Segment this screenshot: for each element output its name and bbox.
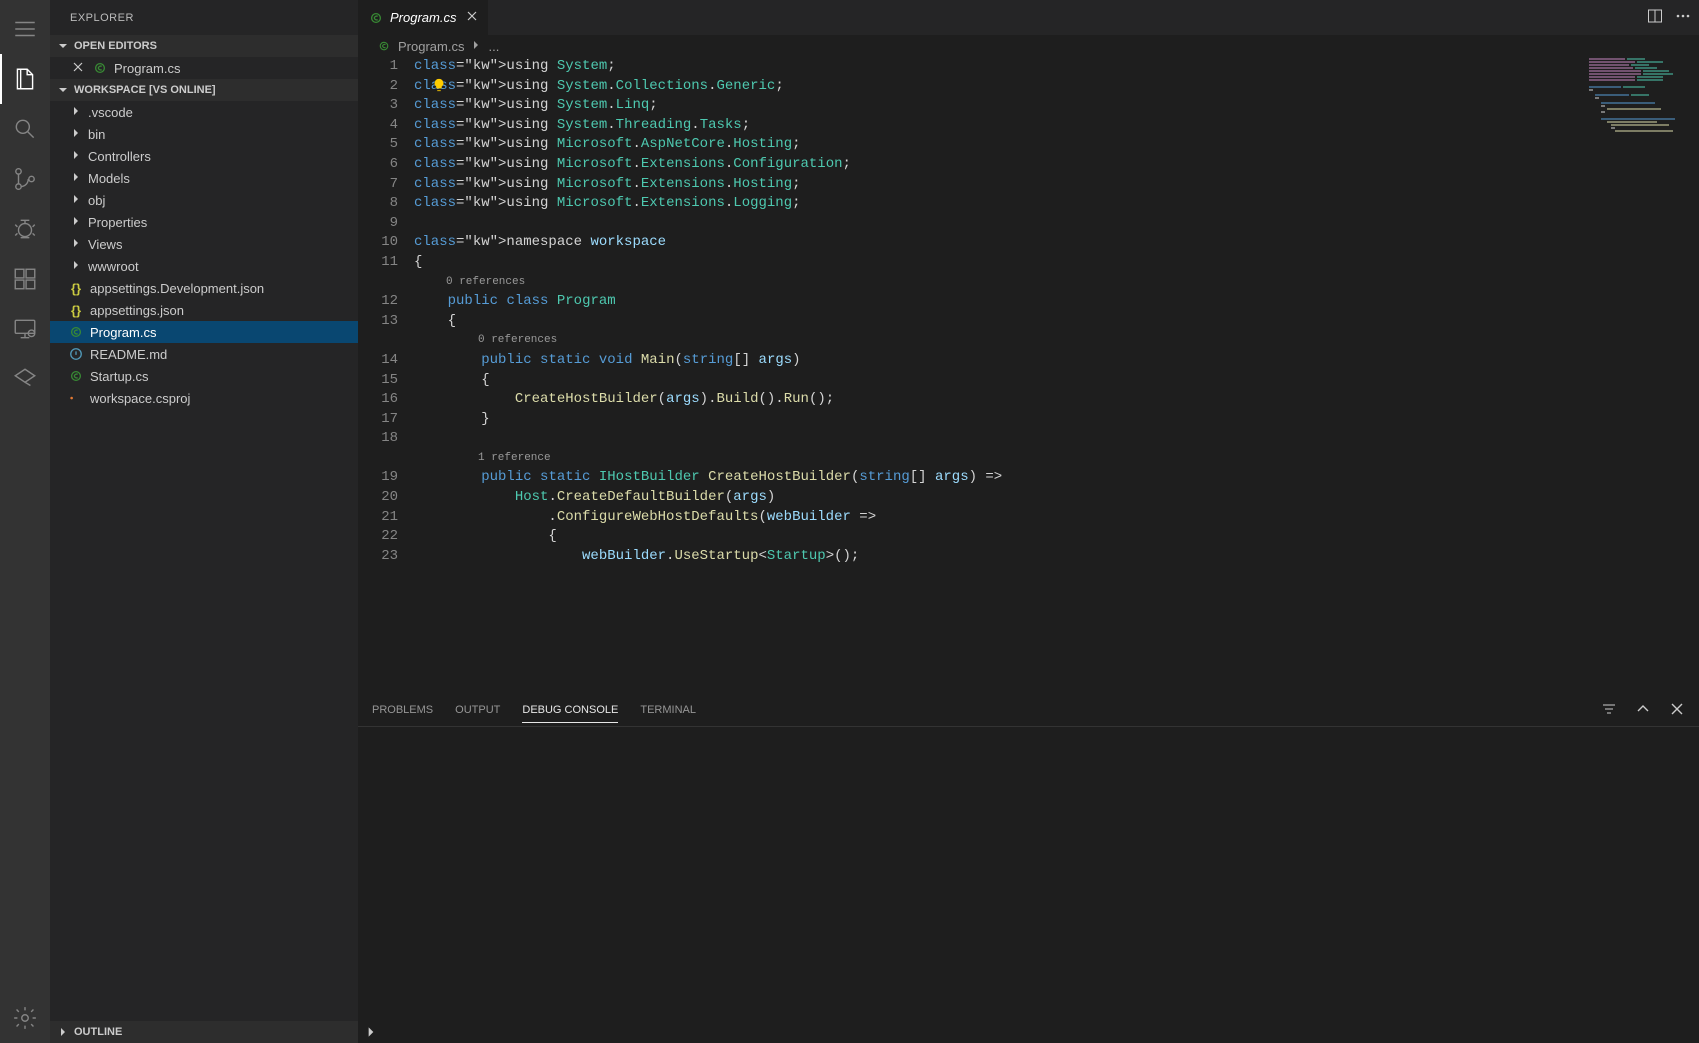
source-control-icon[interactable] [0,154,50,204]
folder-label: wwwroot [88,259,139,274]
folder-label: Views [88,237,122,252]
folder-item[interactable]: wwwroot [50,255,358,277]
csharp-file-icon [92,60,108,76]
folder-label: .vscode [88,105,133,120]
breadcrumb[interactable]: Program.cs ... [358,35,1699,57]
split-editor-icon[interactable] [1647,8,1663,27]
outline-header[interactable]: OUTLINE [50,1021,358,1043]
folder-item[interactable]: Views [50,233,358,255]
close-icon[interactable] [466,10,478,25]
file-label: workspace.csproj [90,391,190,406]
file-label: Startup.cs [90,369,149,384]
menu-icon[interactable] [0,4,50,54]
breadcrumb-file: Program.cs [398,39,464,54]
folder-item[interactable]: Properties [50,211,358,233]
panel-tab-terminal[interactable]: TERMINAL [640,698,696,722]
bottom-panel: PROBLEMS OUTPUT DEBUG CONSOLE TERMINAL [358,693,1699,1043]
breadcrumb-rest: ... [488,39,499,54]
explorer-icon[interactable] [0,54,50,104]
open-editor-item[interactable]: Program.cs [50,57,358,79]
extensions-icon[interactable] [0,254,50,304]
sidebar-title: EXPLORER [50,0,358,35]
chevron-down-icon [56,40,70,52]
panel-close-icon[interactable] [1669,701,1685,720]
file-item[interactable]: {}appsettings.json [50,299,358,321]
csharp-file-icon [368,10,384,26]
file-item[interactable]: Program.cs [50,321,358,343]
live-share-icon[interactable] [0,354,50,404]
file-label: appsettings.json [90,303,184,318]
folder-item[interactable]: bin [50,123,358,145]
open-editors-header[interactable]: OPEN EDITORS [50,35,358,57]
editor-group: Program.cs Program.cs ... 1234567 [358,0,1699,1043]
folder-label: Properties [88,215,147,230]
file-item[interactable]: Startup.cs [50,365,358,387]
folder-label: obj [88,193,105,208]
settings-gear-icon[interactable] [0,993,50,1043]
chevron-right-icon [56,1026,70,1038]
panel-maximize-icon[interactable] [1635,701,1651,720]
lightbulb-icon[interactable] [432,78,446,100]
remote-icon[interactable] [0,304,50,354]
code-content[interactable]: class="kw">using System;class="kw">using… [414,57,1699,693]
tab-label: Program.cs [390,10,456,25]
file-item[interactable]: workspace.csproj [50,387,358,409]
folder-item[interactable]: Controllers [50,145,358,167]
folder-item[interactable]: obj [50,189,358,211]
panel-tab-problems[interactable]: PROBLEMS [372,698,433,722]
folder-item[interactable]: Models [50,167,358,189]
open-editor-label: Program.cs [114,61,180,76]
file-item[interactable]: README.md [50,343,358,365]
search-icon[interactable] [0,104,50,154]
csharp-file-icon [376,38,392,54]
panel-input-chevron-icon[interactable] [358,1021,378,1043]
panel-tab-debug-console[interactable]: DEBUG CONSOLE [522,698,618,723]
chevron-down-icon [56,84,70,96]
close-icon[interactable] [72,61,88,76]
debug-icon[interactable] [0,204,50,254]
editor-tabs: Program.cs [358,0,1699,35]
code-editor[interactable]: 1234567891011121314151617181920212223 cl… [358,57,1699,693]
line-number-gutter: 1234567891011121314151617181920212223 [358,57,414,693]
folder-label: Controllers [88,149,151,164]
file-label: appsettings.Development.json [90,281,264,296]
folder-item[interactable]: .vscode [50,101,358,123]
panel-tab-output[interactable]: OUTPUT [455,698,500,722]
folder-label: bin [88,127,105,142]
activity-bar [0,0,50,1043]
panel-filter-icon[interactable] [1601,701,1617,720]
file-label: README.md [90,347,167,362]
tab-program-cs[interactable]: Program.cs [358,0,489,35]
file-tree: .vscode bin Controllers Models obj Properties… [50,101,358,409]
file-item[interactable]: {}appsettings.Development.json [50,277,358,299]
editor-actions [1647,0,1699,35]
explorer-sidebar: EXPLORER OPEN EDITORS Program.cs WORKSPA… [50,0,358,1043]
more-actions-icon[interactable] [1675,8,1691,27]
folder-label: Models [88,171,130,186]
file-label: Program.cs [90,325,156,340]
panel-tabs: PROBLEMS OUTPUT DEBUG CONSOLE TERMINAL [358,694,1699,727]
workspace-header[interactable]: WORKSPACE [VS ONLINE] [50,79,358,101]
breadcrumb-separator [470,39,482,54]
